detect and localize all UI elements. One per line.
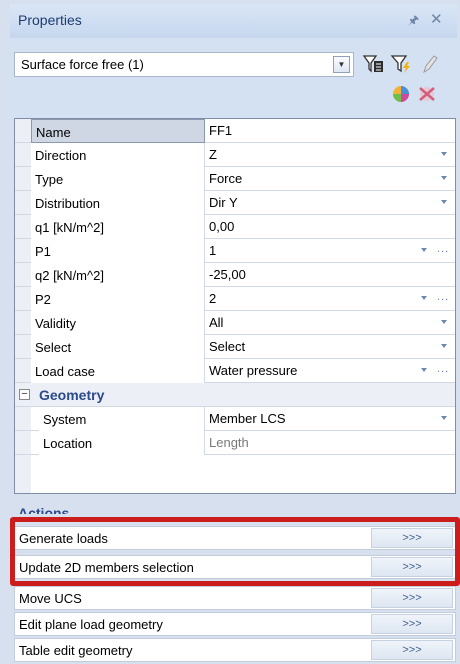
property-grid: Name FF1 Direction Z Type Force Distribu… — [14, 118, 456, 494]
property-row-select[interactable]: Select Select — [15, 335, 455, 359]
property-value[interactable]: Force — [205, 167, 455, 191]
dropdown-arrow-icon[interactable] — [441, 200, 447, 204]
action-generate-loads[interactable]: Generate loads >>> — [14, 526, 456, 550]
dropdown-arrow-icon[interactable] — [421, 296, 427, 300]
property-label: System — [39, 407, 205, 431]
property-label: Distribution — [31, 191, 205, 215]
property-value[interactable]: Dir Y — [205, 191, 455, 215]
dropdown-arrow-icon[interactable] — [441, 416, 447, 420]
chevron-down-icon[interactable]: ▼ — [333, 56, 350, 73]
pencil-icon[interactable] — [418, 52, 440, 76]
property-value: Length — [209, 435, 249, 450]
action-label: Update 2D members selection — [19, 560, 194, 575]
property-label: Name — [31, 119, 205, 143]
action-run-button[interactable]: >>> — [371, 614, 453, 634]
action-update-2d-members[interactable]: Update 2D members selection >>> — [14, 555, 456, 579]
panel-titlebar: Properties 🖈 ✕ — [10, 4, 457, 38]
property-value[interactable]: 2 — [205, 287, 455, 311]
property-row-distribution[interactable]: Distribution Dir Y — [15, 191, 455, 215]
close-icon[interactable]: ✕ — [430, 10, 443, 28]
dropdown-arrow-icon[interactable] — [441, 176, 447, 180]
property-row-p1[interactable]: P1 1 ... — [15, 239, 455, 263]
property-row-q2[interactable]: q2 [kN/m^2] -25,00 — [15, 263, 455, 287]
property-row-type[interactable]: Type Force — [15, 167, 455, 191]
property-row-q1[interactable]: q1 [kN/m^2] 0,00 — [15, 215, 455, 239]
action-edit-plane-load-geometry[interactable]: Edit plane load geometry >>> — [14, 612, 456, 636]
property-value[interactable]: Z — [205, 143, 455, 167]
property-label: P1 — [31, 239, 205, 263]
action-run-button[interactable]: >>> — [371, 588, 453, 608]
action-label: Move UCS — [19, 591, 82, 606]
clear-colors-icon[interactable] — [416, 84, 438, 104]
dropdown-arrow-icon[interactable] — [441, 344, 447, 348]
action-run-button[interactable]: >>> — [371, 557, 453, 577]
dropdown-arrow-icon[interactable] — [421, 248, 427, 252]
category-label: Geometry — [39, 387, 105, 403]
property-value[interactable]: Select — [205, 335, 455, 359]
property-value[interactable]: 0,00 — [205, 215, 455, 239]
dropdown-arrow-icon[interactable] — [441, 152, 447, 156]
dropdown-arrow-icon[interactable] — [441, 320, 447, 324]
panel-toolbar: Surface force free (1) ▼ — [10, 38, 457, 118]
ellipsis-icon[interactable]: ... — [437, 291, 449, 303]
properties-panel: Properties 🖈 ✕ Surface force free (1) ▼ — [0, 0, 460, 664]
filter-select-icon[interactable] — [362, 52, 384, 76]
property-value[interactable]: 1 — [205, 239, 455, 263]
property-row-validity[interactable]: Validity All — [15, 311, 455, 335]
action-run-button[interactable]: >>> — [371, 640, 453, 660]
pin-icon[interactable]: 🖈 — [408, 11, 419, 32]
property-value[interactable]: Member LCS — [205, 407, 455, 431]
ellipsis-icon[interactable]: ... — [437, 243, 449, 255]
action-label: Generate loads — [19, 531, 108, 546]
category-geometry[interactable]: − Geometry — [15, 383, 455, 407]
ellipsis-icon[interactable]: ... — [437, 363, 449, 375]
property-row-direction[interactable]: Direction Z — [15, 143, 455, 167]
property-value[interactable]: FF1 — [205, 119, 455, 143]
property-row-location[interactable]: Location Length — [15, 431, 455, 455]
collapse-icon[interactable]: − — [19, 389, 30, 400]
action-move-ucs[interactable]: Move UCS >>> — [14, 586, 456, 610]
action-label: Table edit geometry — [19, 643, 133, 658]
property-label: Type — [31, 167, 205, 191]
property-row-p2[interactable]: P2 2 ... — [15, 287, 455, 311]
selection-dropdown[interactable]: Surface force free (1) ▼ — [14, 52, 354, 77]
action-run-button[interactable]: >>> — [371, 528, 453, 548]
action-label: Edit plane load geometry — [19, 617, 163, 632]
dropdown-arrow-icon[interactable] — [421, 368, 427, 372]
selection-value: Surface force free (1) — [21, 57, 144, 72]
actions-label: Actions — [18, 505, 70, 514]
property-label: Validity — [31, 311, 205, 335]
property-value[interactable]: All — [205, 311, 455, 335]
property-label: q1 [kN/m^2] — [31, 215, 205, 239]
panel-title: Properties — [18, 12, 82, 28]
property-value[interactable]: Water pressure — [205, 359, 455, 383]
property-label: Select — [31, 335, 205, 359]
property-label: q2 [kN/m^2] — [31, 263, 205, 287]
color-palette-icon[interactable] — [390, 84, 412, 104]
property-label: Direction — [31, 143, 205, 167]
property-label: P2 — [31, 287, 205, 311]
property-value[interactable]: -25,00 — [205, 263, 455, 287]
property-label: Location — [39, 431, 205, 455]
property-row-system[interactable]: System Member LCS — [15, 407, 455, 431]
property-label: Load case — [31, 359, 205, 383]
actions-header: Actions — [14, 502, 214, 514]
property-row-load-case[interactable]: Load case Water pressure ... — [15, 359, 455, 383]
filter-lightning-icon[interactable] — [390, 52, 412, 76]
action-table-edit-geometry[interactable]: Table edit geometry >>> — [14, 638, 456, 662]
property-row-name[interactable]: Name FF1 — [15, 119, 455, 143]
